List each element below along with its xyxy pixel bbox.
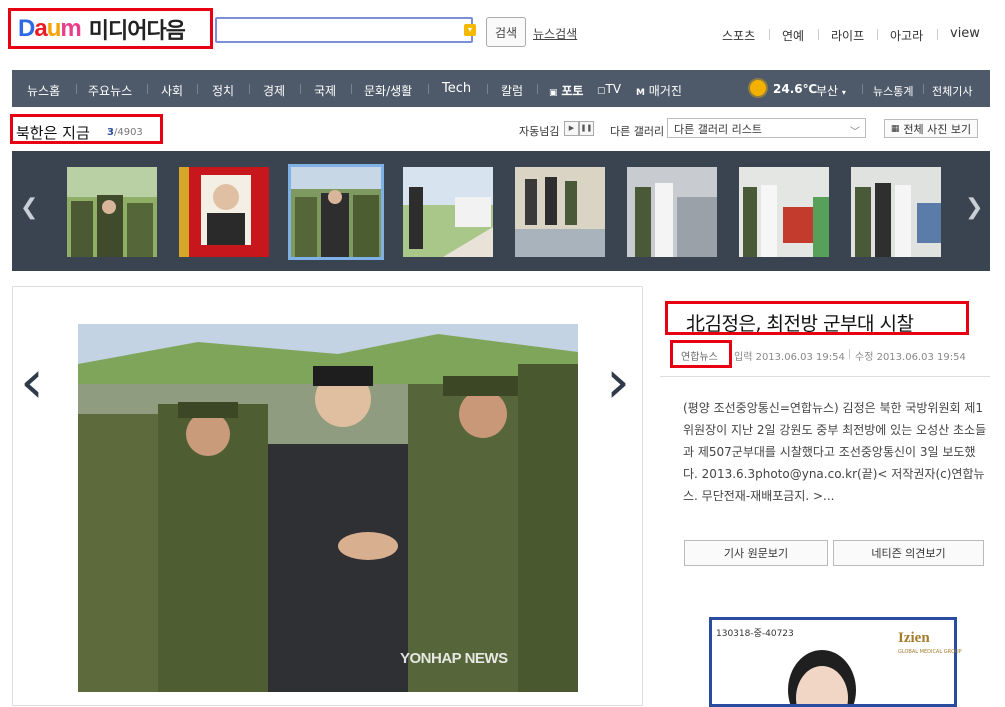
top-link-agora[interactable]: 아고라 [890, 27, 923, 44]
magazine-m-icon: M [636, 88, 645, 98]
nav-society[interactable]: 사회 [161, 82, 183, 99]
nav-politics[interactable]: 정치 [212, 82, 234, 99]
nav-divider [76, 84, 77, 94]
nav-magazine-label: 매거진 [648, 84, 682, 98]
top-link-divider [937, 29, 938, 40]
nav-divider [249, 84, 250, 94]
autoplay-play-icon[interactable]: ▶ [564, 121, 579, 136]
thumb-3-photo [291, 167, 381, 257]
nav-international[interactable]: 국제 [314, 82, 336, 99]
thumb-1-photo [67, 167, 157, 257]
ad-brand-subtitle: GLOBAL MEDICAL GROUP [898, 649, 962, 655]
gallery-thumbnail-2[interactable] [179, 167, 269, 257]
thumb-2-photo [179, 167, 269, 257]
weather-city-select[interactable]: 부산 ▾ [816, 82, 846, 99]
nav-culture[interactable]: 문화/생활 [364, 82, 412, 99]
top-link-sports[interactable]: 스포츠 [722, 27, 755, 44]
nav-divider [428, 84, 429, 94]
gallery-thumbnail-3-selected[interactable] [288, 164, 384, 260]
photo-next-arrow-icon[interactable]: › [606, 352, 630, 412]
nav-economy[interactable]: 경제 [263, 82, 285, 99]
nav-magazine[interactable]: M 매거진 [636, 82, 682, 99]
nav-news-stats[interactable]: 뉴스통계 [873, 83, 913, 99]
nav-divider [923, 84, 924, 94]
chevron-down-icon: ▾ [841, 88, 846, 97]
netizen-opinion-button[interactable]: 네티즌 의견보기 [833, 540, 984, 566]
highlight-box-headline [665, 301, 969, 335]
gallery-thumbnail-1[interactable] [67, 167, 157, 257]
nav-photo[interactable]: ▣ 포토 [549, 82, 583, 99]
nav-main-news[interactable]: 주요뉴스 [88, 82, 132, 99]
nav-photo-label: 포토 [561, 84, 584, 98]
other-gallery-select[interactable]: 다른 갤러리 리스트 [667, 118, 866, 138]
top-link-divider [769, 29, 770, 40]
main-photo [78, 324, 578, 692]
weather-temperature: 24.6℃ [773, 82, 818, 96]
nav-news-home[interactable]: 뉴스홈 [27, 82, 60, 99]
photo-camera-icon: ▣ [549, 88, 558, 98]
thumb-4-photo [403, 167, 493, 257]
autoplay-label: 자동넘김 [519, 125, 560, 138]
nav-divider [351, 84, 352, 94]
view-all-photos-button[interactable]: ▦ 전체 사진 보기 [884, 119, 978, 138]
highlight-box-source [670, 340, 732, 368]
article-body: (평양 조선중앙통신=연합뉴스) 김정은 북한 국방위원회 제1위원장이 지난 … [683, 401, 987, 503]
thumb-6-photo [627, 167, 717, 257]
nav-tv[interactable]: ▢TV [597, 82, 621, 96]
thumb-5-photo [515, 167, 605, 257]
nav-tech[interactable]: Tech [442, 81, 471, 96]
top-link-divider [877, 29, 878, 40]
nav-divider [487, 84, 488, 94]
top-link-view[interactable]: view [950, 26, 980, 41]
photo-prev-arrow-icon[interactable]: ‹ [20, 352, 44, 412]
gallery-thumbnail-6[interactable] [627, 167, 717, 257]
news-search-link[interactable]: 뉴스검색 [533, 25, 577, 42]
nav-all-articles[interactable]: 전체기사 [932, 83, 972, 99]
article-modified-time: 수정 2013.06.03 19:54 [855, 352, 966, 363]
nav-tv-label: TV [605, 82, 622, 96]
nav-divider [300, 84, 301, 94]
search-button[interactable]: 검색 [486, 17, 526, 47]
nav-divider [537, 84, 538, 94]
top-link-life[interactable]: 라이프 [831, 27, 864, 44]
highlight-box-gallery-title [10, 114, 163, 144]
gallery-thumbnail-4[interactable] [403, 167, 493, 257]
sun-weather-icon [750, 80, 766, 96]
other-gallery-label: 다른 갤러리 [610, 125, 665, 138]
article-divider [660, 376, 990, 377]
yonhap-watermark: YONHAP NEWS [400, 650, 508, 667]
nav-divider [862, 84, 863, 94]
gallery-thumbnail-5[interactable] [515, 167, 605, 257]
weather-city: 부산 [816, 84, 839, 98]
chevron-down-icon[interactable]: ﹀ [850, 123, 860, 138]
tv-icon: ▢ [597, 86, 606, 96]
view-all-photos-label: 전체 사진 보기 [903, 122, 972, 136]
meta-divider [849, 349, 850, 359]
ad-brand-logo: Izien [898, 630, 930, 646]
strip-prev-arrow-icon[interactable]: ❮ [20, 195, 38, 220]
highlight-box-logo [8, 8, 213, 49]
strip-next-arrow-icon[interactable]: ❯ [965, 195, 983, 220]
nav-divider [147, 84, 148, 94]
thumbnail-strip [12, 151, 990, 271]
thumb-7-photo [739, 167, 829, 257]
top-link-entertainment[interactable]: 연예 [782, 27, 804, 44]
gallery-thumbnail-8[interactable] [851, 167, 941, 257]
main-photo-image [78, 324, 578, 692]
nav-column[interactable]: 칼럼 [501, 82, 523, 99]
thumb-8-photo [851, 167, 941, 257]
autoplay-pause-icon[interactable]: ❚❚ [579, 121, 594, 136]
article-input-time: 입력 2013.06.03 19:54 [734, 352, 845, 363]
top-link-divider [818, 29, 819, 40]
nav-divider [197, 84, 198, 94]
view-original-article-button[interactable]: 기사 원문보기 [684, 540, 828, 566]
search-input[interactable] [215, 17, 473, 43]
ad-code: 130318-중-40723 [716, 629, 794, 639]
gallery-thumbnail-7[interactable] [739, 167, 829, 257]
search-option-chevron-icon[interactable]: ▾ [464, 24, 476, 36]
grid-icon: ▦ [890, 123, 900, 134]
